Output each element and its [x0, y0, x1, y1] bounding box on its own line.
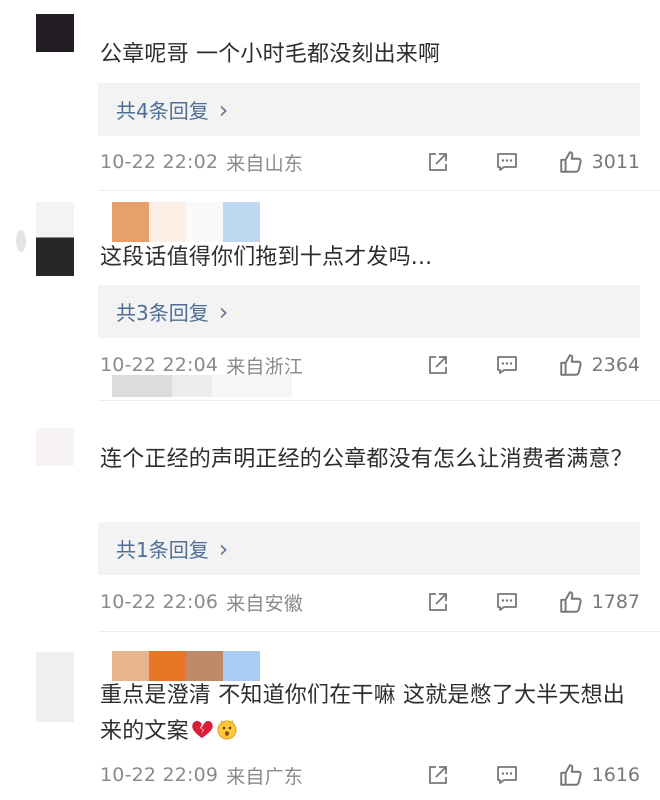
- thumbs-up-icon[interactable]: [558, 762, 584, 788]
- share-icon[interactable]: [425, 149, 451, 175]
- blurred-name-block: [149, 651, 186, 681]
- share-icon[interactable]: [425, 589, 451, 615]
- masked-username[interactable]: [112, 651, 260, 681]
- avatar[interactable]: [36, 652, 74, 722]
- timestamp: 10-22 22:09: [100, 764, 219, 786]
- comment-text-body: 重点是澄清 不知道你们在干嘛 这就是憋了大半天想出来的文案: [100, 683, 625, 744]
- blurred-name-block: [223, 651, 260, 681]
- blurred-name-block: [223, 202, 260, 242]
- chevron-right-icon: ›: [218, 534, 229, 563]
- comment-actions: 1616: [425, 759, 640, 791]
- blurred-name-block: [186, 202, 223, 242]
- reply-count-label: 共3条回复: [116, 301, 209, 325]
- like-count: 1787: [591, 591, 640, 613]
- blurred-name-block: [112, 202, 149, 242]
- chevron-right-icon: ›: [218, 95, 229, 124]
- avatar[interactable]: [36, 14, 74, 52]
- comment-text: 公章呢哥 一个小时毛都没刻出来啊: [100, 42, 441, 67]
- timestamp: 10-22 22:06: [100, 591, 219, 613]
- blurred-name-block: [112, 651, 149, 681]
- comment-icon[interactable]: [494, 149, 520, 175]
- comment-text: 这段话值得你们拖到十点才发吗...: [100, 245, 433, 270]
- location: 来自安徽: [226, 592, 304, 615]
- comment-actions: 3011: [425, 146, 640, 178]
- blurred-name-block: [149, 202, 186, 242]
- like-count: 2364: [591, 354, 640, 376]
- avatar-ornament: [16, 230, 26, 252]
- view-replies-button[interactable]: 共3条回复 ›: [98, 285, 640, 338]
- view-replies-button[interactable]: 共1条回复 ›: [98, 522, 640, 575]
- masked-username[interactable]: [112, 202, 260, 242]
- location: 来自山东: [226, 152, 304, 175]
- divider: [99, 631, 660, 632]
- broken-heart-emoji: [190, 717, 214, 741]
- comment-icon[interactable]: [494, 352, 520, 378]
- blurred-reply-preview: [112, 375, 292, 397]
- timestamp: 10-22 22:04: [100, 354, 219, 376]
- avatar[interactable]: [36, 202, 74, 276]
- comment-meta: 10-22 22:02 来自山东: [100, 146, 303, 178]
- comment-meta: 10-22 22:06 来自安徽: [100, 586, 303, 618]
- comment-meta: 10-22 22:09 来自广东: [100, 759, 303, 791]
- reply-count-label: 共4条回复: [116, 99, 209, 123]
- thumbs-up-icon[interactable]: [558, 589, 584, 615]
- like-count: 1616: [591, 764, 640, 786]
- comment-text: 重点是澄清 不知道你们在干嘛 这就是憋了大半天想出来的文案: [100, 678, 645, 750]
- reply-count-label: 共1条回复: [116, 538, 209, 562]
- comment-icon[interactable]: [494, 589, 520, 615]
- share-icon[interactable]: [425, 762, 451, 788]
- share-icon[interactable]: [425, 352, 451, 378]
- comment-actions: 1787: [425, 586, 640, 618]
- like-count: 3011: [591, 151, 640, 173]
- thumbs-up-icon[interactable]: [558, 149, 584, 175]
- comment-text: 连个正经的声明正经的公章都没有怎么让消费者满意？: [100, 447, 633, 472]
- view-replies-button[interactable]: 共4条回复 ›: [98, 83, 640, 136]
- location: 来自广东: [226, 765, 304, 788]
- astonished-emoji: [215, 717, 239, 741]
- blurred-name-block: [186, 651, 223, 681]
- thumbs-up-icon[interactable]: [558, 352, 584, 378]
- divider: [99, 400, 660, 401]
- comment-actions: 2364: [425, 349, 640, 381]
- timestamp: 10-22 22:02: [100, 151, 219, 173]
- divider: [99, 190, 660, 191]
- comment-icon[interactable]: [494, 762, 520, 788]
- chevron-right-icon: ›: [218, 297, 229, 326]
- avatar[interactable]: [36, 428, 74, 466]
